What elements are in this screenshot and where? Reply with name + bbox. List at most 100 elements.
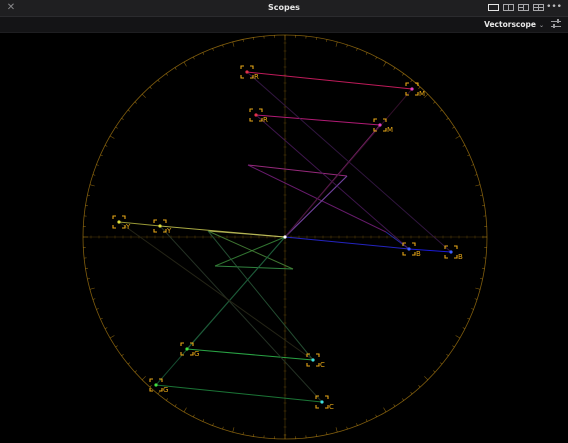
graticule-tick [89, 184, 95, 187]
graticule-tick [87, 278, 90, 280]
title-bar: ✕ Scopes ••• [0, 0, 568, 17]
target-m-100: M [405, 82, 425, 98]
trace-line [214, 265, 294, 270]
target-b-75: B [402, 242, 421, 258]
target-label: B [416, 250, 421, 258]
scope-type-dropdown[interactable]: Vectorscope ⌄ [484, 18, 544, 31]
scope-toolbar: Vectorscope ⌄ [0, 17, 568, 33]
trace-line [214, 236, 286, 267]
trace-line [284, 236, 410, 250]
target-b-100: B [444, 245, 463, 261]
graticule-tick [365, 52, 368, 55]
target-label: Y [125, 223, 131, 231]
graticule-tick [393, 67, 396, 70]
graticule-tick [410, 79, 413, 83]
graticule-tick [480, 194, 483, 196]
target-r-100: R [240, 65, 259, 81]
trace-line [255, 114, 381, 126]
graticule-tick [89, 287, 95, 290]
target-y-100: Y [112, 215, 131, 231]
graticule-tick [157, 79, 160, 83]
graticule-tick [87, 194, 90, 196]
graticule-tick [471, 164, 474, 166]
graticule-tick [232, 427, 235, 433]
single-scope-layout-icon[interactable] [488, 4, 499, 11]
graticule-tick [433, 101, 436, 104]
quad-scope-layout-icon[interactable] [533, 4, 544, 11]
graticule-tick [475, 184, 481, 187]
graticule-tick [424, 376, 429, 381]
window-title: Scopes [268, 3, 300, 12]
graticule-tick [335, 427, 338, 433]
scope-settings-icon[interactable] [551, 19, 561, 29]
graticule-tick [455, 335, 461, 339]
target-label: G [163, 386, 168, 394]
graticule-tick [346, 426, 348, 430]
graticule-tick [410, 391, 413, 395]
graticule-tick [96, 308, 99, 310]
graticule-tick [212, 48, 214, 51]
graticule-tick [157, 391, 160, 395]
graticule-tick [166, 73, 168, 76]
graticule-tick [109, 335, 115, 339]
graticule-tick [418, 86, 421, 89]
graticule-tick [474, 298, 478, 300]
more-icon[interactable]: ••• [546, 1, 562, 14]
graticule-tick [202, 52, 205, 55]
graticule-tick [467, 154, 470, 157]
graticule-tick [212, 423, 214, 426]
graticule-tick [418, 385, 421, 388]
target-dot [185, 347, 189, 351]
triple-scope-layout-icon[interactable] [518, 4, 529, 11]
graticule-tick [383, 61, 387, 67]
graticule-tick [202, 419, 205, 422]
graticule-tick [183, 61, 187, 67]
graticule-tick [462, 327, 466, 329]
target-dot [254, 113, 258, 117]
trace-line [155, 236, 286, 386]
graticule-tick [104, 145, 108, 147]
graticule-tick [439, 362, 443, 365]
graticule-tick [96, 164, 99, 166]
trace-line [155, 384, 323, 403]
graticule-tick [141, 376, 146, 381]
graticule-tick [242, 39, 244, 42]
graticule-tick [134, 101, 137, 104]
target-label: M [387, 126, 393, 134]
graticule-tick [452, 126, 455, 129]
target-dot [311, 358, 315, 362]
trace-line [247, 164, 387, 233]
graticule-tick [446, 118, 449, 120]
graticule-tick [365, 419, 368, 422]
graticule-tick [141, 93, 146, 98]
graticule-tick [222, 44, 224, 48]
target-dot [320, 400, 324, 404]
graticule-tick [222, 426, 224, 430]
graticule-tick [92, 298, 96, 300]
graticule-tick [174, 404, 177, 407]
dual-scope-layout-icon[interactable] [503, 4, 514, 11]
target-dot [410, 87, 414, 91]
graticule-tick [104, 327, 108, 329]
target-dot [407, 247, 411, 251]
graticule-tick [121, 118, 124, 120]
graticule-tick [166, 398, 168, 401]
trace-line [186, 348, 314, 361]
target-label: R [263, 116, 268, 124]
graticule-tick [480, 278, 483, 280]
graticule-tick [446, 354, 449, 356]
graticule-tick [356, 48, 358, 51]
graticule-tick [375, 414, 377, 418]
target-r-75: R [249, 108, 268, 124]
graticule-tick [100, 154, 103, 157]
graticule-tick [127, 109, 131, 112]
graticule-tick [109, 135, 115, 139]
target-dot [117, 220, 121, 224]
trace-line [159, 225, 323, 403]
target-label: G [194, 350, 199, 358]
graticule-tick [346, 44, 348, 48]
graticule-tick [439, 109, 443, 112]
graticule-tick [100, 317, 103, 320]
trace-line [246, 71, 413, 90]
target-dot [449, 250, 453, 254]
